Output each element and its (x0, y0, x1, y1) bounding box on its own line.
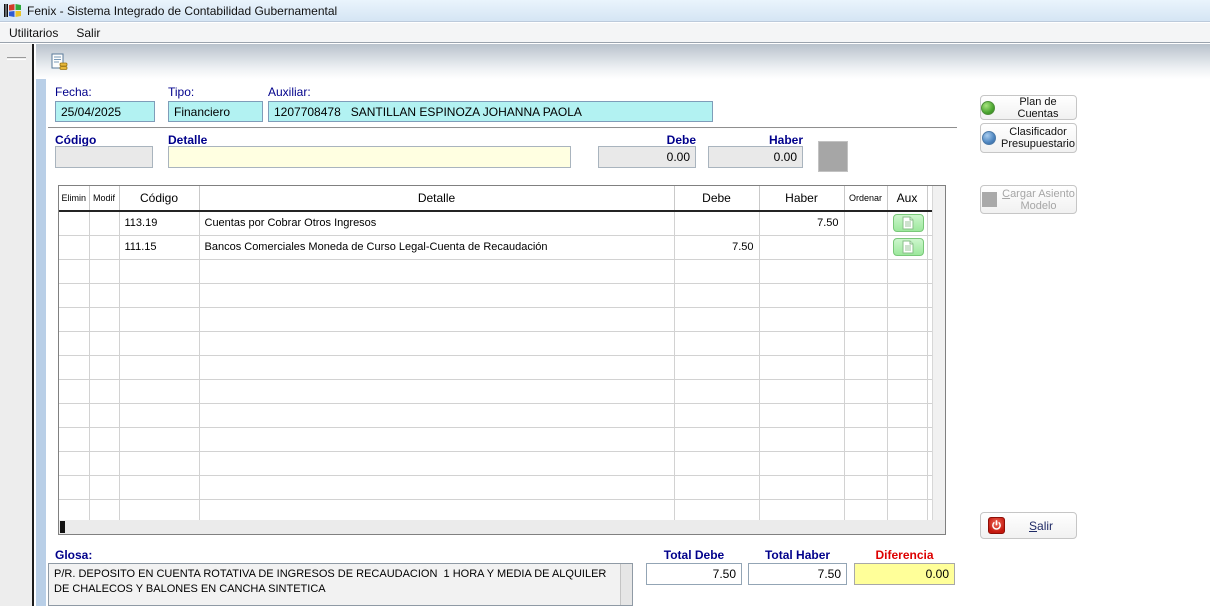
cargar-asiento-label: Cargar Asiento Modelo (1002, 188, 1075, 212)
cell-codigo[interactable]: 111.15 (119, 235, 199, 259)
panel-left-edge (36, 44, 46, 606)
panel-grip[interactable] (7, 57, 26, 60)
grid-header-row: Elimin Modif Código Detalle Debe Haber O… (59, 186, 932, 211)
title-bar: Fenix - Sistema Integrado de Contabilida… (0, 0, 1210, 22)
haber-label: Haber (708, 133, 803, 147)
aux-notepad-button[interactable] (893, 214, 924, 232)
fecha-input[interactable] (55, 101, 155, 122)
total-debe-label: Total Debe (646, 548, 742, 562)
grid-scroll-area: Elimin Modif Código Detalle Debe Haber O… (59, 186, 932, 520)
total-haber-label: Total Haber (748, 548, 847, 562)
total-debe-input[interactable] (646, 563, 742, 585)
entry-action-button[interactable] (818, 141, 848, 172)
cell-modif[interactable] (89, 235, 119, 259)
cell-aux (887, 235, 927, 259)
notepad-icon (902, 216, 914, 230)
table-row-empty (59, 379, 932, 403)
clasificador-label: Clasificador Presupuestario (1001, 126, 1075, 150)
gray-square-icon (982, 192, 997, 207)
toolbar (36, 44, 1210, 79)
cell-haber[interactable]: 7.50 (759, 211, 844, 235)
header-codigo: Código (119, 186, 199, 211)
header-haber: Haber (759, 186, 844, 211)
auxiliar-input[interactable] (268, 101, 713, 122)
table-row-empty (59, 427, 932, 451)
salir-button[interactable]: Salir (980, 512, 1077, 539)
codigo-label: Código (55, 133, 96, 147)
cell-elimin[interactable] (59, 235, 89, 259)
plan-de-cuentas-button[interactable]: Plan de Cuentas (980, 95, 1077, 120)
glosa-textarea[interactable]: P/R. DEPOSITO EN CUENTA ROTATIVA DE INGR… (48, 563, 633, 606)
diferencia-input[interactable] (854, 563, 955, 585)
glosa-label: Glosa: (55, 548, 92, 562)
total-haber-input[interactable] (748, 563, 847, 585)
grid-vertical-scrollbar[interactable] (932, 186, 945, 520)
tipo-label: Tipo: (168, 85, 194, 99)
grid-horizontal-scrollbar[interactable] (59, 520, 945, 534)
cell-detalle[interactable]: Bancos Comerciales Moneda de Curso Legal… (199, 235, 674, 259)
tipo-input[interactable] (168, 101, 263, 122)
glosa-scrollbar[interactable] (620, 564, 632, 605)
main-area: Fecha: Tipo: Auxiliar: Código Detalle De… (0, 44, 1210, 606)
notepad-icon (902, 240, 914, 254)
codigo-input[interactable] (55, 146, 153, 168)
green-sphere-icon (981, 101, 995, 115)
document-coins-icon (49, 52, 69, 72)
plan-de-cuentas-label: Plan de Cuentas (1000, 96, 1076, 120)
new-entry-button[interactable] (47, 50, 70, 73)
table-row-empty (59, 499, 932, 520)
section-separator (48, 127, 957, 128)
table-row-empty (59, 355, 932, 379)
debe-input[interactable] (598, 146, 696, 168)
cell-debe[interactable]: 7.50 (674, 235, 759, 259)
table-row: 111.15 Bancos Comerciales Moneda de Curs… (59, 235, 932, 259)
application-window: Fenix - Sistema Integrado de Contabilida… (0, 0, 1210, 606)
detalle-input[interactable] (168, 146, 571, 168)
table-row-empty (59, 403, 932, 427)
salir-label: Salir (1029, 520, 1053, 532)
cell-elimin[interactable] (59, 211, 89, 235)
detalle-label: Detalle (168, 133, 207, 147)
window-title: Fenix - Sistema Integrado de Contabilida… (27, 4, 337, 18)
cell-aux (887, 211, 927, 235)
table-row-empty (59, 259, 932, 283)
table-row-empty (59, 331, 932, 355)
header-aux: Aux (887, 186, 927, 211)
header-detalle: Detalle (199, 186, 674, 211)
table-row-empty (59, 475, 932, 499)
blue-sphere-icon (982, 131, 996, 145)
table-row: 113.19 Cuentas por Cobrar Otros Ingresos… (59, 211, 932, 235)
scrollbar-thumb[interactable] (60, 521, 65, 533)
cargar-asiento-modelo-button[interactable]: Cargar Asiento Modelo (980, 185, 1077, 214)
cell-detalle[interactable]: Cuentas por Cobrar Otros Ingresos (199, 211, 674, 235)
header-elimin: Elimin (59, 186, 89, 211)
cell-codigo[interactable]: 113.19 (119, 211, 199, 235)
table-row-empty (59, 283, 932, 307)
cell-ordenar[interactable] (844, 211, 887, 235)
table-row-empty (59, 307, 932, 331)
app-icon (4, 3, 22, 18)
menu-salir[interactable]: Salir (67, 24, 109, 42)
header-ordenar: Ordenar (844, 186, 887, 211)
fecha-label: Fecha: (55, 85, 92, 99)
clasificador-presupuestario-button[interactable]: Clasificador Presupuestario (980, 123, 1077, 153)
table-row-empty (59, 451, 932, 475)
cell-haber[interactable] (759, 235, 844, 259)
cell-ordenar[interactable] (844, 235, 887, 259)
diferencia-label: Diferencia (854, 548, 955, 562)
menu-bar: Utilitarios Salir (0, 23, 1210, 43)
cell-debe[interactable] (674, 211, 759, 235)
header-debe: Debe (674, 186, 759, 211)
haber-input[interactable] (708, 146, 803, 168)
left-panel-strip[interactable] (0, 44, 34, 606)
header-modif: Modif (89, 186, 119, 211)
cell-modif[interactable] (89, 211, 119, 235)
aux-notepad-button[interactable] (893, 238, 924, 256)
debe-label: Debe (598, 133, 696, 147)
power-icon (988, 517, 1005, 534)
entries-grid: Elimin Modif Código Detalle Debe Haber O… (58, 185, 946, 535)
auxiliar-label: Auxiliar: (268, 85, 311, 99)
menu-utilitarios[interactable]: Utilitarios (0, 24, 67, 42)
glosa-text: P/R. DEPOSITO EN CUENTA ROTATIVA DE INGR… (54, 567, 612, 597)
